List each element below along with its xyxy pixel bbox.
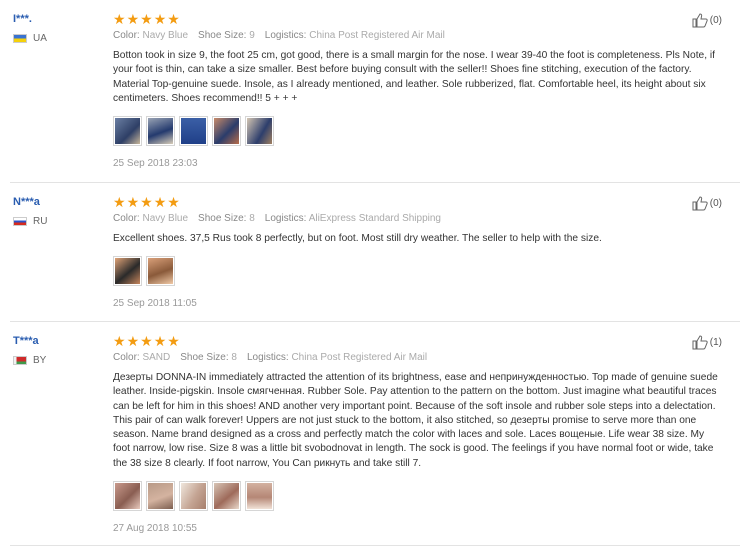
color-value: SAND (142, 352, 171, 363)
star-icon: ★ (167, 11, 180, 27)
review-photo[interactable] (113, 116, 142, 147)
review-text: Дезерты DONNA-IN immediately attracted t… (113, 372, 718, 469)
review-content: ★ ★ ★ ★ ★ Color: SAND Shoe Size: 8 Logistics… (113, 334, 718, 534)
size-value: 8 (231, 352, 237, 363)
star-icon: ★ (126, 333, 140, 349)
reviewer-country: BY (13, 355, 103, 366)
star-icon: ★ (153, 11, 167, 27)
star-icon: ★ (153, 194, 167, 210)
review-text: Botton took in size 9, the foot 25 cm, g… (113, 50, 715, 104)
review-photo[interactable] (245, 116, 274, 147)
color-label: Color: (113, 30, 140, 41)
divider (10, 545, 740, 546)
helpful-button[interactable]: (0) (692, 13, 722, 28)
country-code: BY (33, 355, 47, 366)
star-icon: ★ (113, 11, 126, 27)
flag-icon (13, 356, 27, 365)
helpful-button[interactable]: (0) (692, 196, 722, 211)
star-rating: ★ ★ ★ ★ ★ (113, 12, 718, 26)
helpful-count: (1) (709, 337, 722, 348)
review-photos (113, 481, 718, 512)
star-rating: ★ ★ ★ ★ ★ (113, 195, 718, 209)
review-photo[interactable] (146, 256, 175, 287)
thumbs-up-icon (692, 13, 708, 28)
review-photos (113, 116, 718, 147)
reviewer-info: I***. UA (13, 13, 103, 44)
color-label: Color: (113, 213, 140, 224)
size-value: 8 (249, 213, 255, 224)
size-label: Shoe Size: (198, 30, 247, 41)
star-icon: ★ (113, 194, 126, 210)
size-value: 9 (249, 30, 255, 41)
review-photo[interactable] (245, 481, 274, 512)
star-icon: ★ (167, 194, 180, 210)
review-photo[interactable] (179, 116, 208, 147)
review-date: 25 Sep 2018 11:05 (113, 298, 197, 310)
reviewer-info: N***a RU (13, 196, 103, 227)
reviewer-name[interactable]: T***a (13, 335, 103, 347)
size-label: Shoe Size: (198, 213, 247, 224)
review-photos (113, 256, 718, 287)
order-info: Color: SAND Shoe Size: 8 Logistics: Chin… (113, 352, 718, 363)
color-value: Navy Blue (142, 30, 189, 41)
reviewer-country: RU (13, 216, 103, 227)
star-icon: ★ (140, 194, 153, 210)
review-date: 25 Sep 2018 23:03 (113, 158, 198, 170)
reviewer-info: T***a BY (13, 335, 103, 366)
star-rating: ★ ★ ★ ★ ★ (113, 334, 718, 348)
review-item: I***. UA ★ ★ ★ ★ ★ Color: Navy Blue Shoe Siz… (0, 0, 750, 183)
review-photo[interactable] (146, 481, 175, 512)
order-info: Color: Navy Blue Shoe Size: 9 Logistics:… (113, 30, 718, 41)
country-code: RU (33, 216, 48, 227)
helpful-count: (0) (709, 198, 722, 209)
reviewer-name[interactable]: I***. (13, 13, 103, 25)
logistics-label: Logistics: (264, 213, 307, 224)
review-item: N***a RU ★ ★ ★ ★ ★ Color: Navy Blue Shoe Siz… (0, 183, 750, 322)
color-label: Color: (113, 352, 140, 363)
flag-icon (13, 217, 27, 226)
logistics-value: China Post Registered Air Mail (309, 30, 445, 41)
logistics-value: AliExpress Standard Shipping (308, 213, 441, 224)
flag-icon (13, 34, 27, 43)
logistics-label: Logistics: (246, 352, 289, 363)
star-icon: ★ (140, 11, 153, 27)
thumbs-up-icon (692, 196, 708, 211)
star-icon: ★ (153, 333, 167, 349)
reviewer-country: UA (13, 33, 103, 44)
logistics-label: Logistics: (264, 30, 307, 41)
star-icon: ★ (126, 194, 140, 210)
review-photo[interactable] (179, 481, 208, 512)
reviewer-name[interactable]: N***a (13, 196, 103, 208)
helpful-button[interactable]: (1) (692, 335, 722, 350)
thumbs-up-icon (692, 335, 708, 350)
review-photo[interactable] (146, 116, 175, 147)
review-item: T***a BY ★ ★ ★ ★ ★ Color: SAND Shoe Size: 8 … (0, 322, 750, 548)
review-photo[interactable] (212, 116, 241, 147)
review-content: ★ ★ ★ ★ ★ Color: Navy Blue Shoe Size: 8 Logi… (113, 195, 718, 309)
review-date: 27 Aug 2018 10:55 (113, 523, 197, 535)
star-icon: ★ (113, 333, 126, 349)
logistics-value: China Post Registered Air Mail (291, 352, 428, 363)
country-code: UA (33, 33, 47, 44)
review-photo[interactable] (113, 256, 142, 287)
color-value: Navy Blue (142, 213, 189, 224)
review-photo[interactable] (113, 481, 142, 512)
order-info: Color: Navy Blue Shoe Size: 8 Logistics:… (113, 213, 718, 224)
size-label: Shoe Size: (180, 352, 229, 363)
star-icon: ★ (167, 333, 180, 349)
review-photo[interactable] (212, 481, 241, 512)
star-icon: ★ (140, 333, 153, 349)
helpful-count: (0) (709, 15, 722, 26)
review-text: Excellent shoes. 37,5 Rus took 8 perfect… (113, 233, 602, 244)
star-icon: ★ (126, 11, 140, 27)
review-content: ★ ★ ★ ★ ★ Color: Navy Blue Shoe Size: 9 Logi… (113, 12, 718, 169)
